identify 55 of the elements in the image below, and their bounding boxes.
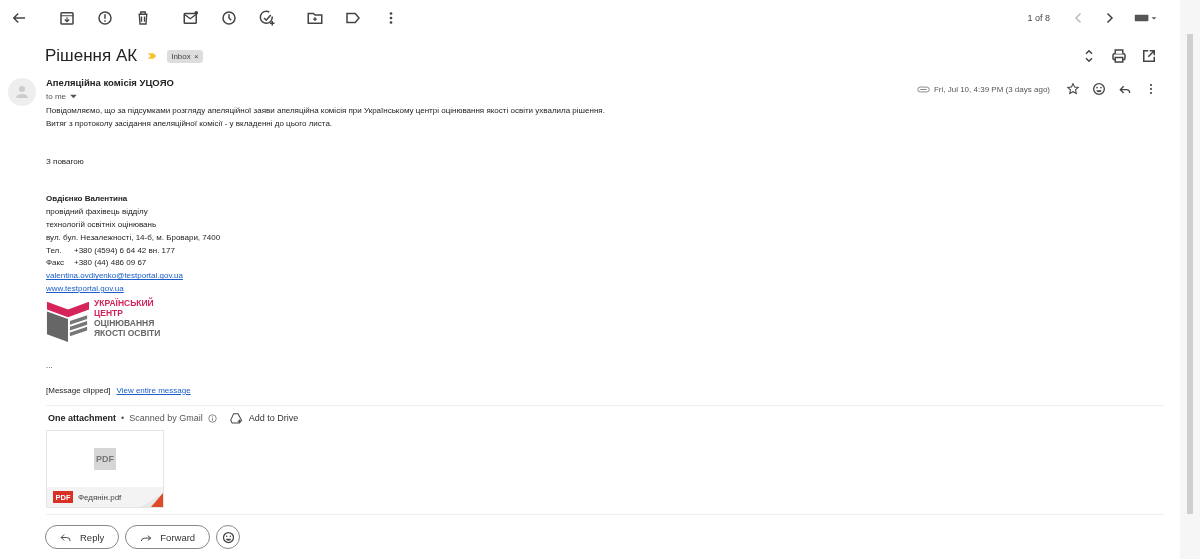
inbox-label: Inbox × (167, 49, 203, 63)
add-task-icon[interactable] (258, 9, 276, 27)
emoji-icon (220, 529, 236, 545)
emoji-reaction-button[interactable] (216, 525, 241, 550)
attachment-count: One attachment (48, 413, 116, 424)
logo-text: ЦЕНТР (94, 307, 124, 318)
page-corner-icon (141, 493, 163, 508)
signature-name: Овдієнко Валентина (46, 193, 129, 206)
file-name: Федянін.pdf (78, 492, 122, 502)
logo-text: ЯКОСТІ ОСВІТИ (94, 327, 161, 338)
recipient-toggle[interactable]: to me (46, 92, 66, 101)
view-entire-message-link[interactable]: View entire message (116, 384, 191, 398)
phone-number: +380 (44) 486 09 67 (74, 257, 147, 270)
caret-icon[interactable] (70, 94, 77, 99)
phone-label: Тел. (46, 244, 63, 257)
add-to-drive-button[interactable]: Add to Drive (229, 412, 299, 425)
archive-icon[interactable] (58, 9, 76, 27)
body-text: Повідомляємо, що за підсумками розгляду апеляційної заяви апеляційна комісія при Українському центрі оцінювання якості освіти ухвалила рішення. (46, 105, 606, 117)
avatar-icon (8, 78, 36, 106)
phone-label: Факс (46, 257, 66, 270)
clipped-note: [Message clipped] (46, 384, 111, 397)
drive-icon (229, 412, 243, 425)
email-subject: Рішення АК (45, 46, 138, 66)
phone-number: +380 (4594) 6 64 42 вн. 177 (74, 244, 175, 257)
separator-dot: • (121, 413, 125, 424)
body-text: Витяг з протоколу засідання апеляційної комісії - у вкладенні до цього листа. (46, 117, 334, 130)
pdf-thumbnail: PDF (94, 448, 116, 471)
forward-icon (140, 532, 153, 542)
scanned-note: Scanned by Gmail (129, 413, 203, 424)
closing-text: З повагою (46, 155, 85, 168)
logo-text: ОЦІНЮВАННЯ (94, 317, 156, 328)
reply-icon (60, 532, 72, 542)
signature-text: вул. бул. Незалежності, 14-б, м. Бровари, 7400 (46, 231, 222, 244)
reply-button[interactable]: Reply (45, 525, 120, 550)
emoji-icon[interactable] (1091, 81, 1107, 97)
signature-link[interactable]: www.testportal.gov.ua (46, 283, 124, 293)
page-counter: 1 of 8 (1027, 13, 1050, 23)
ellipsis-text: ... (46, 359, 54, 372)
forward-button[interactable]: Forward (125, 525, 211, 550)
remove-label-button[interactable]: × (193, 51, 199, 61)
logo-text: УКРАЇНСЬКИЙ (94, 297, 155, 308)
report-spam-icon[interactable] (96, 9, 114, 27)
info-icon[interactable] (207, 413, 217, 423)
sender-name: Апеляційна комісія УЦОЯО (46, 77, 174, 88)
signature-text: провідний фахівець відділу (46, 206, 149, 219)
message-date: Fri, Jul 10, 4:39 PM (3 days ago) (933, 84, 1050, 94)
signature-text: технологій освітніх оцінювань (46, 219, 158, 231)
attachment-icon (916, 84, 930, 94)
signature-link[interactable]: valentina.ovdiyenko@testportal.gov.ua (46, 271, 183, 281)
clock-icon[interactable] (220, 9, 238, 27)
open-in-new-window-icon[interactable] (1140, 47, 1158, 65)
keyboard-icon[interactable] (1134, 12, 1158, 24)
print-icon[interactable] (1110, 47, 1128, 65)
mark-unread-icon[interactable] (182, 9, 200, 27)
star-icon[interactable] (1065, 81, 1081, 97)
